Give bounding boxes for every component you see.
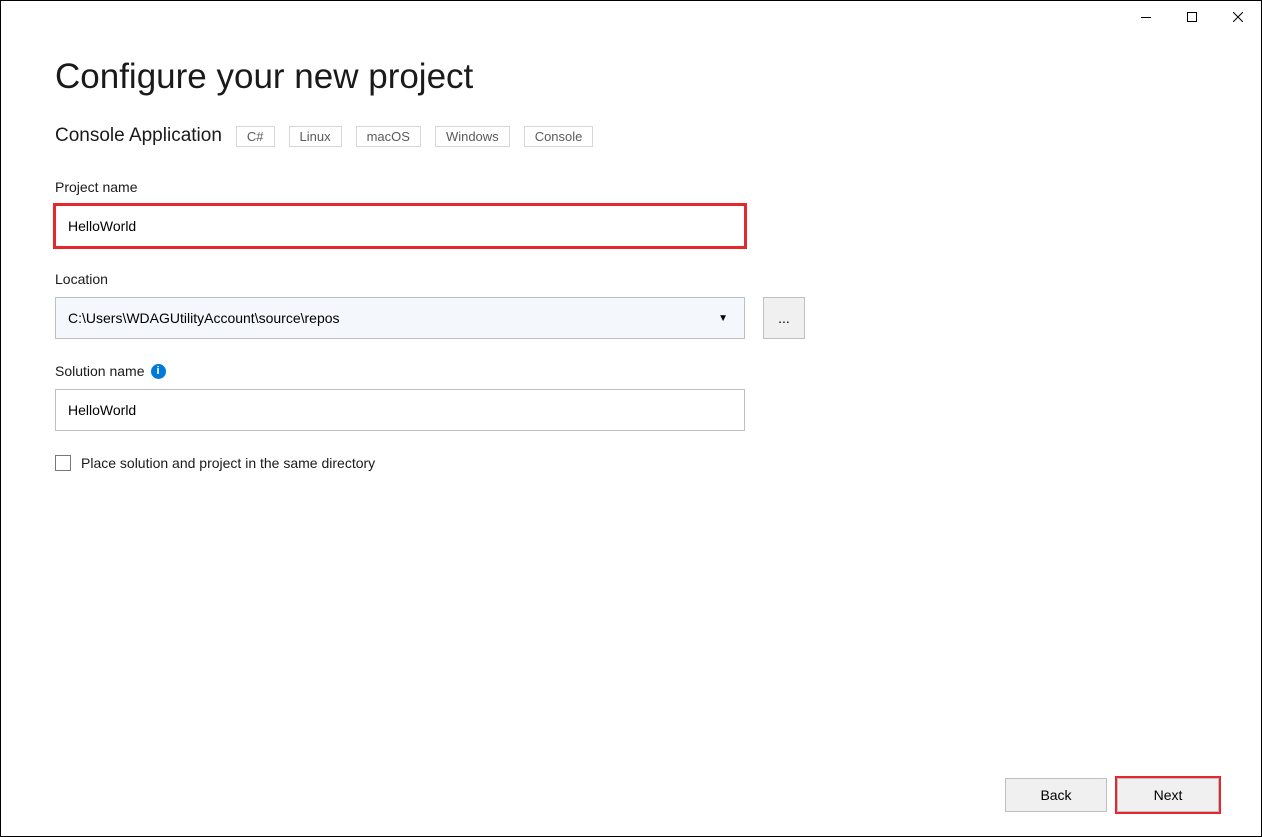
location-combo[interactable]: C:\Users\WDAGUtilityAccount\source\repos… (55, 297, 745, 339)
solution-name-label: Solution name i (55, 363, 1207, 379)
project-name-input[interactable] (55, 205, 745, 247)
template-name: Console Application (55, 125, 222, 147)
tag-project-type: Console (524, 126, 594, 147)
tag-language: C# (236, 126, 275, 147)
page-title: Configure your new project (55, 57, 1207, 97)
template-info-row: Console Application C# Linux macOS Windo… (55, 125, 1207, 147)
info-icon[interactable]: i (151, 364, 166, 379)
tag-platform-linux: Linux (289, 126, 342, 147)
maximize-button[interactable] (1169, 1, 1215, 33)
solution-name-input[interactable] (55, 389, 745, 431)
next-button[interactable]: Next (1117, 778, 1219, 812)
location-label: Location (55, 271, 1207, 287)
chevron-down-icon: ▼ (718, 313, 728, 324)
browse-button[interactable]: ... (763, 297, 805, 339)
back-button[interactable]: Back (1005, 778, 1107, 812)
project-name-label: Project name (55, 179, 1207, 195)
same-directory-label: Place solution and project in the same d… (81, 455, 375, 471)
close-button[interactable] (1215, 1, 1261, 33)
tag-platform-windows: Windows (435, 126, 510, 147)
same-directory-checkbox[interactable] (55, 455, 71, 471)
tag-platform-macos: macOS (356, 126, 421, 147)
solution-name-label-text: Solution name (55, 363, 145, 379)
minimize-button[interactable] (1123, 1, 1169, 33)
location-value: C:\Users\WDAGUtilityAccount\source\repos (68, 310, 340, 326)
